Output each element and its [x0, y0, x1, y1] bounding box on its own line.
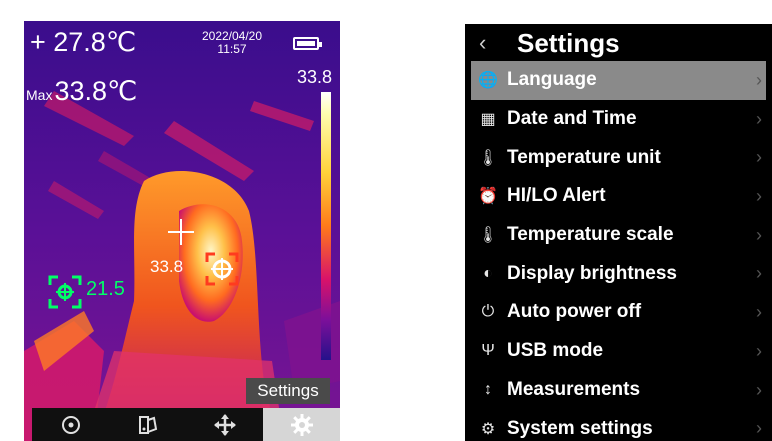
scale-max-value: 33.8	[296, 67, 332, 87]
settings-item-label: HI/LO Alert	[507, 185, 606, 207]
settings-item-label: Temperature scale	[507, 224, 674, 246]
settings-item-auto-power-off[interactable]: ⏻ Auto power off ›	[471, 293, 766, 332]
chevron-right-icon: ›	[756, 263, 762, 284]
settings-item-temperature-scale[interactable]: 🌡 Temperature scale ›	[471, 216, 766, 255]
settings-item-label: Temperature unit	[507, 146, 661, 168]
settings-item-label: USB mode	[507, 340, 604, 362]
page-title: Settings	[517, 27, 620, 58]
time-text: 11:57	[217, 42, 247, 56]
gear-icon	[290, 413, 313, 436]
color-scale-bar	[321, 92, 331, 360]
settings-item-label: Date and Time	[507, 108, 637, 130]
system-gear-icon: ⚙	[480, 420, 496, 438]
settings-item-label: Display brightness	[507, 262, 677, 284]
move-button[interactable]	[186, 408, 263, 441]
settings-item-label: System settings	[507, 417, 653, 439]
chevron-right-icon: ›	[756, 186, 762, 207]
max-temperature-row: Max 33.8℃	[26, 76, 137, 107]
settings-item-usb-mode[interactable]: Ψ USB mode ›	[471, 332, 766, 371]
settings-menu: 🌐 Language › ▦ Date and Time › 🌡 Temperature un…	[471, 61, 766, 441]
thermal-camera-view: + 27.8℃ 2022/04/20 11:57 Max 33.8℃ 33.8 …	[24, 21, 340, 441]
spot-temperature: + 27.8℃	[30, 27, 137, 57]
settings-button[interactable]	[263, 408, 340, 441]
chevron-right-icon: ›	[756, 379, 762, 400]
settings-tooltip: Settings	[246, 378, 330, 404]
max-temperature: 33.8℃	[54, 76, 138, 106]
crosshair-icon	[168, 219, 194, 245]
settings-item-date-and-time[interactable]: ▦ Date and Time ›	[471, 100, 766, 139]
battery-fill	[297, 41, 315, 46]
settings-item-label: Auto power off	[507, 301, 642, 323]
settings-item-language[interactable]: 🌐 Language ›	[471, 61, 766, 100]
center-temperature: 33.8	[150, 257, 184, 276]
chevron-right-icon: ›	[756, 340, 762, 361]
palette-icon	[138, 415, 157, 434]
thermometer-icon: 🌡	[477, 149, 499, 167]
thermometer-scale-icon: 🌡	[477, 227, 499, 245]
chevron-right-icon: ›	[756, 418, 762, 439]
target-button[interactable]	[32, 408, 109, 441]
globe-icon: 🌐	[478, 72, 498, 90]
chevron-right-icon: ›	[756, 302, 762, 323]
chevron-right-icon: ›	[756, 70, 762, 90]
sliders-icon: ↕	[484, 380, 492, 398]
settings-item-label: Measurements	[507, 378, 641, 400]
usb-icon: Ψ	[481, 342, 495, 360]
chevron-right-icon: ›	[756, 147, 762, 168]
target-icon	[61, 415, 80, 434]
settings-item-temperature-unit[interactable]: 🌡 Temperature unit ›	[471, 138, 766, 177]
settings-screen: ‹ Settings 🌐 Language › ▦ Date and Time › 🌡 Tem…	[465, 24, 772, 441]
max-label: Max	[26, 87, 53, 103]
calendar-icon: ▦	[480, 111, 496, 129]
move-icon	[213, 413, 236, 436]
min-spot-marker-icon	[48, 275, 82, 309]
settings-item-label: Language	[507, 69, 597, 91]
settings-item-hi-lo-alert[interactable]: ⏰ HI/LO Alert ›	[471, 177, 766, 216]
power-icon: ⏻	[481, 303, 495, 321]
min-temperature: 21.5	[86, 278, 125, 300]
battery-icon	[293, 37, 322, 50]
chevron-right-icon: ›	[756, 108, 762, 129]
settings-item-system-settings[interactable]: ⚙ System settings ›	[471, 409, 766, 441]
max-spot-marker-icon	[205, 252, 239, 286]
settings-item-display-brightness[interactable]: ◐ Display brightness ›	[471, 254, 766, 293]
chevron-right-icon: ›	[756, 224, 762, 245]
bottom-toolbar	[32, 408, 340, 441]
chevron-left-icon[interactable]: ‹	[479, 24, 501, 62]
palette-button[interactable]	[109, 408, 186, 441]
date-time: 2022/04/20 11:57	[184, 30, 280, 56]
settings-header: ‹ Settings	[465, 24, 772, 62]
alarm-icon: ⏰	[478, 188, 498, 206]
brightness-icon: ◐	[483, 264, 493, 282]
settings-item-measurements[interactable]: ↕ Measurements ›	[471, 371, 766, 410]
